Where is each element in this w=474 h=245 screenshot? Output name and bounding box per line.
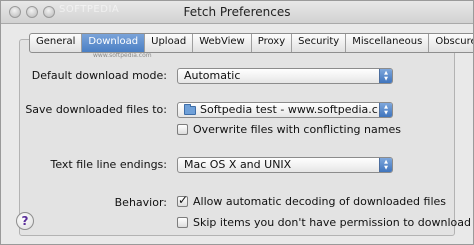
tab-watermark: www.softpedia.com xyxy=(93,52,152,59)
skip-items-row[interactable]: Skip items you don't have permission to … xyxy=(177,216,471,229)
preferences-window: SOFTPEDIA Fetch Preferences General Down… xyxy=(0,0,474,245)
overwrite-row[interactable]: Overwrite files with conflicting names xyxy=(177,123,401,136)
auto-decode-row[interactable]: Allow automatic decoding of downloaded f… xyxy=(177,193,447,208)
tab-webview[interactable]: WebView xyxy=(193,34,252,52)
help-button[interactable]: ? xyxy=(16,212,34,230)
window-title: Fetch Preferences xyxy=(183,5,291,19)
tab-obscure[interactable]: Obscure xyxy=(429,34,473,52)
tab-general[interactable]: General xyxy=(30,34,83,52)
tab-security[interactable]: Security xyxy=(292,34,347,52)
skip-items-checkbox[interactable] xyxy=(177,217,188,228)
download-mode-value: Automatic xyxy=(184,69,241,82)
auto-decode-label: Allow automatic decoding of downloaded f… xyxy=(193,195,447,208)
popup-arrows-icon: ▲ ▼ xyxy=(379,158,392,172)
download-mode-popup[interactable]: Automatic ▲ ▼ xyxy=(177,68,393,84)
tab-upload[interactable]: Upload xyxy=(145,34,194,52)
popup-arrows-icon: ▲ ▼ xyxy=(379,103,392,117)
save-location-value: Softpedia test - www.softpedia.c... xyxy=(200,103,389,116)
tab-proxy[interactable]: Proxy xyxy=(252,34,293,52)
skip-items-label: Skip items you don't have permission to … xyxy=(193,216,471,229)
behavior-label: Behavior: xyxy=(114,196,167,209)
overwrite-checkbox[interactable] xyxy=(177,124,188,135)
preferences-content: General Download Upload WebView Proxy Se… xyxy=(1,24,473,244)
save-location-popup[interactable]: Softpedia test - www.softpedia.c... ▲ ▼ xyxy=(177,102,393,118)
save-location-label: Save downloaded files to: xyxy=(25,103,167,116)
tab-download[interactable]: Download xyxy=(82,34,146,52)
line-endings-popup[interactable]: Mac OS X and UNIX ▲ ▼ xyxy=(177,157,393,173)
auto-decode-checkbox[interactable] xyxy=(177,193,188,207)
popup-arrows-icon: ▲ ▼ xyxy=(379,69,392,83)
tab-bar: General Download Upload WebView Proxy Se… xyxy=(29,33,473,53)
overwrite-label: Overwrite files with conflicting names xyxy=(193,123,401,136)
download-mode-label: Default download mode: xyxy=(31,69,167,82)
title-bar[interactable]: SOFTPEDIA Fetch Preferences xyxy=(1,1,473,24)
line-endings-value: Mac OS X and UNIX xyxy=(184,158,292,171)
line-endings-label: Text file line endings: xyxy=(50,158,167,171)
tab-miscellaneous[interactable]: Miscellaneous xyxy=(346,34,430,52)
folder-icon xyxy=(184,104,196,115)
